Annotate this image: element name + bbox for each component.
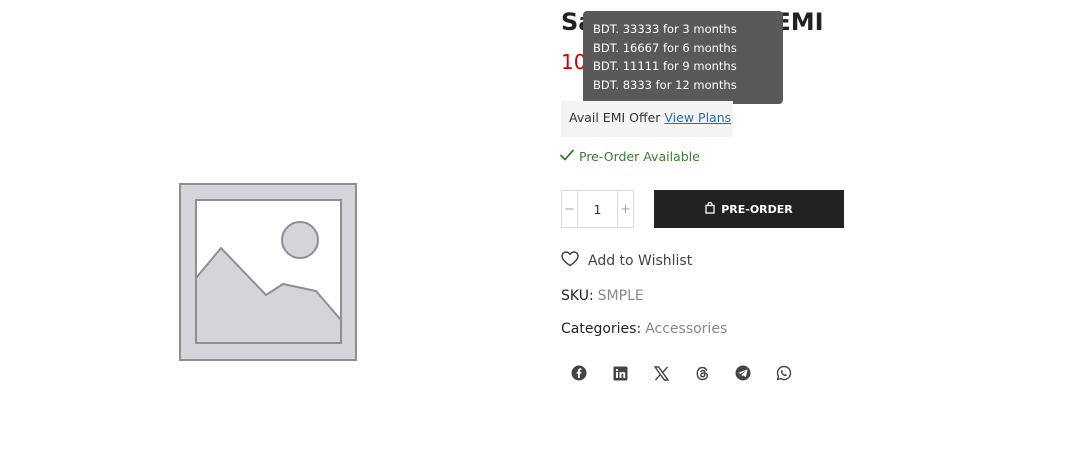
facebook-icon[interactable] (570, 364, 588, 382)
quantity-increase-button[interactable]: + (617, 191, 633, 227)
preorder-button[interactable]: PRE-ORDER (654, 190, 844, 228)
telegram-icon[interactable] (734, 364, 752, 382)
bag-icon (705, 201, 715, 217)
sku-row: SKU: SMPLE (561, 288, 644, 304)
view-plans-link[interactable]: View Plans (664, 110, 731, 125)
heart-icon (561, 251, 579, 271)
add-to-wishlist-button[interactable]: Add to Wishlist (561, 251, 692, 271)
categories-row: Categories: Accessories (561, 321, 727, 337)
emi-plans-tooltip: BDT. 33333 for 3 months BDT. 16667 for 6… (583, 11, 783, 104)
category-link-accessories[interactable]: Accessories (645, 321, 727, 337)
share-bar (570, 364, 793, 382)
linkedin-icon[interactable] (611, 364, 629, 382)
quantity-decrease-button[interactable]: − (562, 191, 578, 227)
quantity-stepper: − 1 + (561, 190, 634, 228)
emi-offer-box: Avail EMI Offer View Plans (561, 101, 733, 137)
emi-plan-line: BDT. 11111 for 9 months (593, 59, 737, 73)
emi-offer-label: Avail EMI Offer (569, 110, 661, 125)
stock-status: Pre-Order Available (560, 149, 700, 164)
stock-status-label: Pre-Order Available (579, 149, 700, 164)
whatsapp-icon[interactable] (775, 364, 793, 382)
check-icon (560, 149, 574, 164)
x-icon[interactable] (652, 364, 670, 382)
sku-value: SMPLE (597, 288, 644, 304)
emi-plan-line: BDT. 33333 for 3 months (593, 22, 737, 36)
threads-icon[interactable] (693, 364, 711, 382)
wishlist-label: Add to Wishlist (588, 253, 693, 269)
sku-label: SKU: (561, 288, 594, 304)
emi-plan-line: BDT. 16667 for 6 months (593, 40, 737, 55)
categories-label: Categories: (561, 321, 642, 337)
emi-plan-line: BDT. 8333 for 12 months (593, 77, 737, 92)
preorder-button-label: PRE-ORDER (721, 202, 793, 216)
product-placeholder-image (176, 180, 362, 366)
quantity-input[interactable]: 1 (578, 202, 617, 217)
